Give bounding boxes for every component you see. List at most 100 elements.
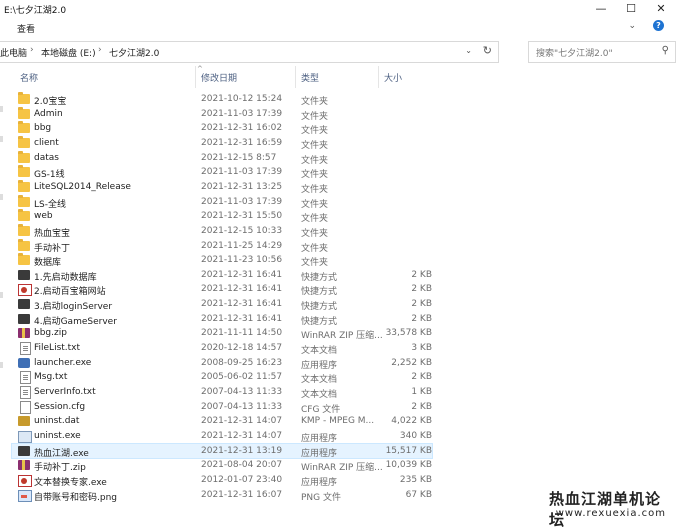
breadcrumb-separator-icon[interactable]: › [30,45,34,55]
address-bar[interactable]: 此电脑 › 本地磁盘 (E:) › 七夕江湖2.0 ⌄ ↻ [0,41,499,63]
ribbon-collapse-icon[interactable]: ⌄ [628,21,636,31]
search-input[interactable]: 搜索"七夕江湖2.0" ⚲ [528,41,676,63]
file-row[interactable]: 4.启动GameServer 2021-12-31 16:41 快捷方式 2 KB [12,312,432,327]
refresh-icon[interactable]: ↻ [483,44,492,57]
file-row[interactable]: Msg.txt 2005-06-02 11:57 文本文档 2 KB [12,370,432,385]
file-row[interactable]: 2.启动百宝箱网站 2021-12-31 16:41 快捷方式 2 KB [12,282,432,297]
close-button[interactable]: ✕ [646,0,676,18]
file-modified-date: 2021-11-03 17:39 [201,167,283,178]
breadcrumb-current-folder[interactable]: 七夕江湖2.0 [109,46,159,59]
file-name: 文本替换专家.exe [34,477,107,488]
file-name: 热血江湖.exe [34,448,89,459]
file-row[interactable]: 热血宝宝 2021-12-15 10:33 文件夹 [12,223,432,239]
maximize-button[interactable]: ☐ [616,0,646,18]
file-type: 文本文档 [301,390,338,400]
file-icon [20,400,31,414]
file-modified-date: 2021-12-31 14:07 [201,430,283,441]
file-name: 3.启动loginServer [34,302,113,313]
search-placeholder: 搜索"七夕江湖2.0" [536,49,613,59]
text-file-icon [20,371,31,385]
file-row[interactable]: bbg 2021-12-31 16:02 文件夹 [12,121,432,136]
breadcrumb-this-pc[interactable]: 此电脑 [0,46,27,59]
file-name: web [34,211,53,222]
folder-icon [18,106,30,119]
file-name: 热血宝宝 [34,228,71,239]
file-row[interactable]: 数据库 2021-11-23 10:56 文件夹 [12,253,432,268]
file-modified-date: 2021-12-15 8:57 [201,152,277,163]
file-name: Session.cfg [34,401,86,412]
file-row[interactable]: FileList.txt 2020-12-18 14:57 文本文档 3 KB [12,341,432,356]
file-row[interactable]: uninst.exe 2021-12-31 14:07 应用程序 340 KB [12,429,432,444]
file-type: 快捷方式 [301,287,338,298]
file-size: 4,022 KB [391,416,432,427]
tab-view[interactable]: 查看 [17,22,35,35]
help-icon[interactable]: ? [653,20,664,31]
file-row[interactable]: 文本替换专家.exe 2012-01-07 23:40 应用程序 235 KB [12,473,432,488]
file-size: 2 KB [411,372,432,383]
search-icon[interactable]: ⚲ [662,45,669,56]
file-row[interactable]: 2.0宝宝 2021-10-12 15:24 文件夹 [12,92,432,107]
breadcrumb-separator-icon[interactable]: › [98,45,102,55]
folder-icon [18,121,30,134]
file-row[interactable]: bbg.zip 2021-11-11 14:50 WinRAR ZIP 压缩... 3… [12,326,432,341]
folder-icon [18,238,30,251]
column-header-date[interactable]: 修改日期 [201,71,237,84]
title-bar: E:\七夕江湖2.0 — ☐ ✕ [0,0,676,18]
file-row[interactable]: LS-全线 2021-11-03 17:39 文件夹 [12,194,432,210]
file-type: 文件夹 [301,170,329,181]
application-icon [18,445,30,456]
column-header-name[interactable]: 名称 [20,71,38,84]
file-size: 33,578 KB [385,328,432,339]
file-name: Admin [34,108,63,119]
file-row[interactable]: 自带账号和密码.png 2021-12-31 16:07 PNG 文件 67 KB [12,488,432,503]
file-type: 文件夹 [301,126,329,137]
file-modified-date: 2021-10-12 15:24 [201,94,283,104]
column-header-size[interactable]: 大小 [384,71,402,84]
column-header-type[interactable]: 类型 [301,71,319,84]
file-row[interactable]: ServerInfo.txt 2007-04-13 11:33 文本文档 1 KB [12,385,432,400]
file-name: uninst.dat [34,416,80,427]
file-size: 340 KB [399,430,432,441]
file-row[interactable]: 1.先启动数据库 2021-12-31 16:41 快捷方式 2 KB [12,268,432,283]
file-row[interactable]: web 2021-12-31 15:50 文件夹 [12,209,432,224]
file-type: 文件夹 [301,214,329,225]
file-row[interactable]: Session.cfg 2007-04-13 11:33 CFG 文件 2 KB [12,400,432,415]
file-name: bbg.zip [34,328,67,339]
file-modified-date: 2021-12-31 16:07 [201,489,283,500]
address-history-dropdown-icon[interactable]: ⌄ [465,46,472,55]
file-size: 2 KB [411,269,432,280]
breadcrumb-local-disk[interactable]: 本地磁盘 (E:) [41,46,96,59]
file-type: 应用程序 [301,360,338,371]
file-row[interactable]: 3.启动loginServer 2021-12-31 16:41 快捷方式 2 KB [12,297,432,312]
application-icon [18,299,30,310]
image-file-icon [18,489,32,502]
file-name: 手动补丁.zip [34,463,86,474]
file-modified-date: 2021-12-31 16:41 [201,313,283,324]
file-modified-date: 2007-04-13 11:33 [201,387,283,397]
file-row[interactable]: 热血江湖.exe 2021-12-31 13:19 应用程序 15,517 KB [11,442,433,460]
file-modified-date: 2021-12-31 16:59 [201,137,283,148]
file-modified-date: 2012-01-07 23:40 [201,474,283,485]
navigation-pane[interactable] [0,66,10,525]
media-file-icon [18,416,30,427]
file-row[interactable]: LiteSQL2014_Release 2021-12-31 13:25 文件夹 [12,179,432,195]
file-row[interactable]: datas 2021-12-15 8:57 文件夹 [12,150,432,166]
file-type: 文件夹 [301,111,329,122]
file-row[interactable]: launcher.exe 2008-09-25 16:23 应用程序 2,252 KB [12,356,432,371]
file-type: 文件夹 [301,199,329,210]
minimize-button[interactable]: — [586,0,616,18]
file-row[interactable]: 手动补丁 2021-11-25 14:29 文件夹 [12,238,432,254]
file-row[interactable]: Admin 2021-11-03 17:39 文件夹 [12,106,432,122]
file-type: 文件夹 [301,243,329,254]
file-row[interactable]: 手动补丁.zip 2021-08-04 20:07 WinRAR ZIP 压缩...… [12,458,432,473]
file-type: 文件夹 [301,228,329,239]
file-size: 2,252 KB [391,357,432,368]
file-row[interactable]: GS-1线 2021-11-03 17:39 文件夹 [12,165,432,180]
file-row[interactable]: uninst.dat 2021-12-31 14:07 KMP - MPEG M..… [12,414,432,429]
file-name: Msg.txt [34,372,68,383]
folder-icon [18,253,30,266]
application-icon [18,269,30,280]
file-modified-date: 2021-12-31 16:41 [201,284,283,295]
file-row[interactable]: client 2021-12-31 16:59 文件夹 [12,135,432,151]
folder-icon [18,194,30,207]
